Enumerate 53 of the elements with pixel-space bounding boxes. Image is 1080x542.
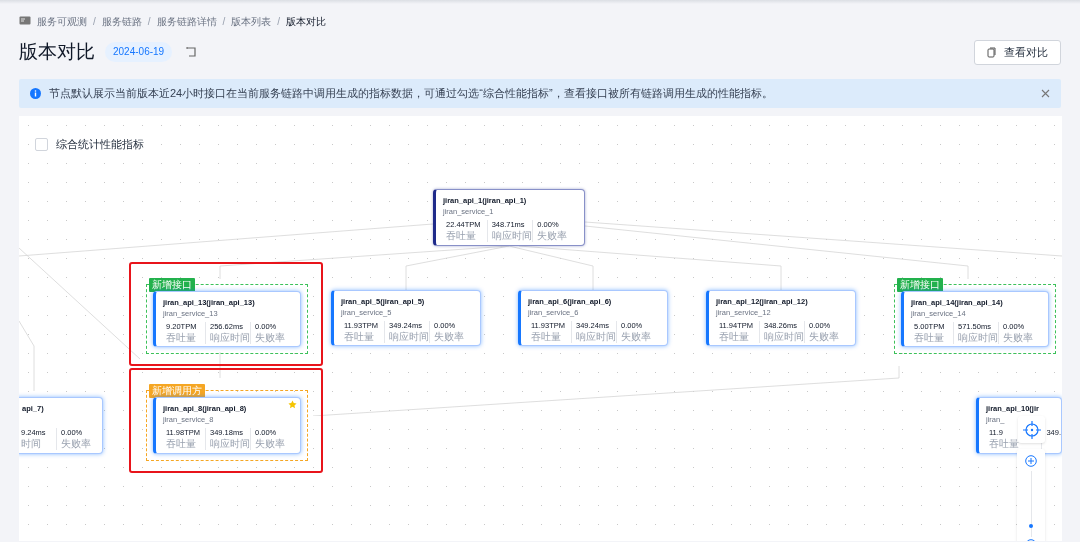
metric-label: 失败率 [255, 332, 286, 344]
metric-label: 吞吐量 [531, 331, 562, 343]
metric-label: 吞吐量 [166, 438, 197, 450]
checkbox[interactable] [35, 137, 48, 151]
close-icon[interactable] [1041, 89, 1050, 98]
back-icon[interactable] [186, 47, 198, 57]
metric-label: 吞吐量 [166, 332, 197, 344]
info-icon [30, 88, 41, 99]
breadcrumb-link[interactable]: 服务链路 [101, 13, 142, 29]
metric-label: 吞吐量 [914, 332, 945, 344]
metric-label: 响应时间 [210, 438, 250, 450]
compare-button[interactable]: 查看对比 [974, 39, 1061, 65]
metric-label: 响应时间 [389, 331, 429, 343]
metric-label: 失败率 [434, 331, 465, 343]
breadcrumb-separator: / [93, 14, 96, 29]
metric-label: 响应时间 [958, 332, 998, 344]
star-icon [288, 400, 297, 409]
metric-label: 失败率 [809, 331, 840, 343]
slider-thumb[interactable] [1029, 523, 1033, 528]
checkbox-label[interactable]: 综合统计性能指标 [56, 136, 144, 153]
breadcrumb-link[interactable]: 服务可观测 [37, 13, 87, 29]
locate-button[interactable] [1018, 416, 1045, 443]
date-tag: 2024-06-19 [105, 42, 173, 62]
breadcrumb-link[interactable]: 服务链路详情 [156, 13, 217, 29]
metric-label: 失败率 [621, 331, 652, 343]
breadcrumb-separator: / [222, 14, 226, 29]
page-title: 版本对比 [19, 39, 95, 64]
breadcrumb-separator: / [277, 14, 281, 29]
crosshair-icon [1022, 420, 1041, 439]
metric-label: 吞吐量 [446, 230, 477, 242]
metric-label: 吞吐量 [344, 331, 375, 343]
new-caller-badge: 新增调用方 [149, 384, 205, 398]
zoom-slider[interactable] [1028, 471, 1034, 537]
metric-label: 失败率 [255, 438, 286, 450]
metric-label: 吞吐量 [719, 331, 750, 343]
new-interface-badge: 新增接口 [149, 278, 195, 292]
breadcrumb-link[interactable]: 版本列表 [231, 13, 272, 29]
metric-label: 响应时间 [491, 230, 533, 242]
metric-label: 失败率 [61, 438, 92, 450]
breadcrumb-current: 版本对比 [286, 14, 327, 29]
copy-icon [987, 46, 997, 58]
notice-text: 节点默认展示当前版本近24小时接口在当前服务链路中调用生成的指标数据，可通过勾选“综合性能指标”，查看接口被所有链路调用生成的性能指标。 [49, 86, 773, 102]
metric-label: 时间 [21, 438, 42, 450]
metric-label: 失败率 [1003, 332, 1034, 344]
breadcrumb-separator: / [147, 14, 151, 29]
metric-label: 响应时间 [764, 331, 804, 343]
metric-label: 响应时间 [210, 332, 250, 344]
new-interface-badge: 新增接口 [897, 278, 943, 292]
metric-label: 吞吐量 [989, 438, 1019, 450]
metric-label: 失败率 [537, 230, 569, 242]
zoom-in-icon[interactable] [1025, 455, 1037, 467]
monitor-icon [19, 16, 31, 26]
metric-label: 响应时间 [576, 331, 616, 343]
